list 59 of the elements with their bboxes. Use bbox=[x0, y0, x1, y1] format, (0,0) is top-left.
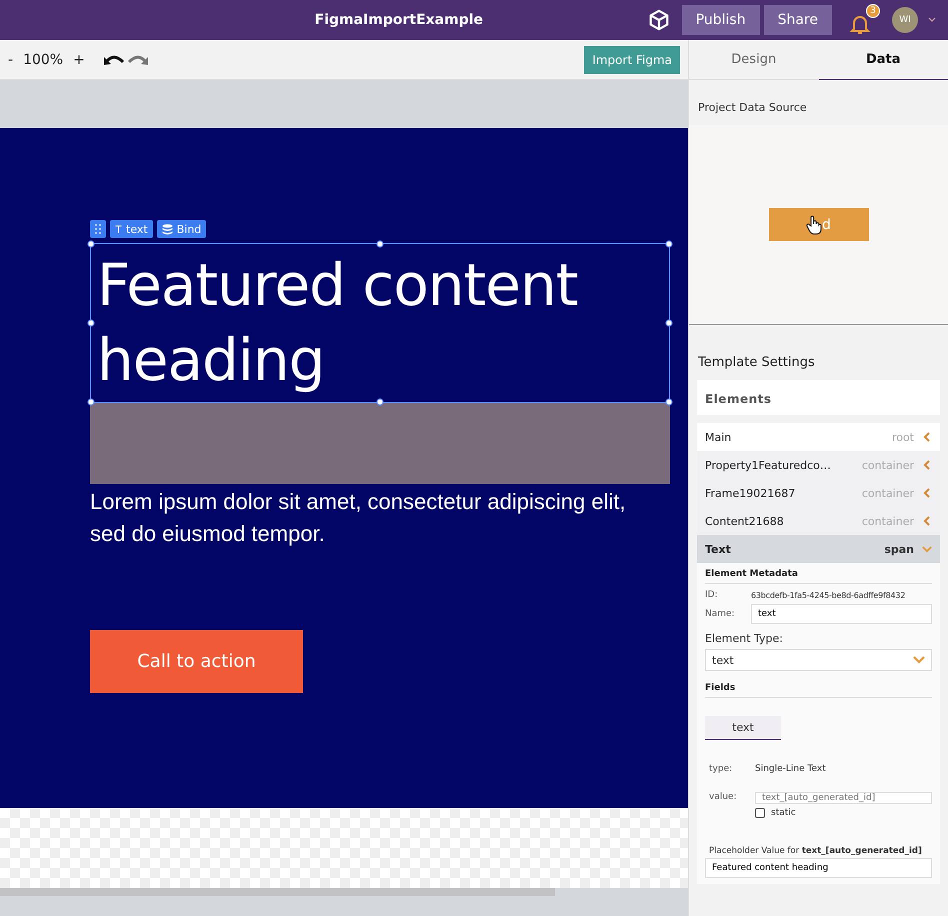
text-icon bbox=[115, 225, 122, 233]
static-label: static bbox=[771, 808, 796, 818]
placeholder-value-field[interactable]: Featured content heading bbox=[705, 858, 932, 878]
field-tab[interactable]: text bbox=[705, 716, 781, 740]
app-title: FigmaImportExample bbox=[314, 12, 484, 28]
fields-title: Fields bbox=[705, 683, 932, 698]
metadata-title: Element Metadata bbox=[705, 569, 932, 584]
element-row[interactable]: Main root bbox=[697, 423, 940, 451]
horizontal-scrollbar[interactable] bbox=[0, 888, 555, 896]
resize-handle[interactable] bbox=[666, 398, 672, 406]
drag-handle[interactable] bbox=[90, 220, 106, 238]
zoom-out-button[interactable]: - bbox=[8, 52, 14, 68]
value-label: value: bbox=[709, 792, 738, 802]
zoom-level: 100% bbox=[23, 52, 64, 68]
name-label: Name: bbox=[705, 609, 736, 619]
placeholder-label: Placeholder Value for text_[auto_generated_id] bbox=[708, 846, 923, 856]
resize-handle[interactable] bbox=[376, 240, 384, 248]
element-type-select[interactable]: text bbox=[705, 649, 932, 671]
id-label: ID: bbox=[705, 590, 719, 600]
static-checkbox[interactable] bbox=[755, 808, 765, 818]
resize-handle[interactable] bbox=[88, 398, 94, 406]
bind-button[interactable]: Bind bbox=[156, 220, 206, 238]
caret-icon[interactable] bbox=[928, 17, 936, 23]
resize-handle[interactable] bbox=[88, 240, 94, 248]
database-icon bbox=[162, 224, 173, 234]
chevron-left-icon bbox=[922, 488, 932, 498]
resize-handle[interactable] bbox=[376, 398, 384, 406]
panel-tab[interactable]: Data bbox=[818, 40, 948, 80]
text-type-button[interactable]: text bbox=[110, 220, 153, 238]
cube-icon[interactable] bbox=[648, 9, 670, 31]
element-id: 63bcdefb-1fa5-4245-be8d-6adffe9f8432 bbox=[751, 590, 906, 600]
resize-handle[interactable] bbox=[666, 320, 672, 326]
field-type: Single-Line Text bbox=[755, 764, 826, 774]
zoom-in-button[interactable]: + bbox=[73, 52, 85, 68]
template-settings-title: Template Settings bbox=[697, 354, 816, 372]
chevron-left-icon bbox=[922, 460, 932, 470]
chevron-down-icon bbox=[913, 656, 925, 664]
name-field[interactable]: text bbox=[751, 604, 932, 624]
grip-icon bbox=[95, 224, 101, 234]
type-label: type: bbox=[709, 764, 734, 774]
hand-cursor-icon bbox=[806, 214, 822, 234]
share-button[interactable]: Share bbox=[764, 5, 832, 35]
chevron-left-icon bbox=[922, 516, 932, 526]
value-field[interactable]: text_[auto_generated_id] bbox=[755, 792, 932, 804]
notification-count: 3 bbox=[866, 4, 880, 18]
element-row[interactable]: Text span bbox=[697, 535, 940, 563]
undo-icon[interactable] bbox=[102, 52, 125, 66]
panel-tab[interactable]: Design bbox=[689, 40, 818, 80]
elements-header: Elements bbox=[697, 380, 940, 415]
redo-icon[interactable] bbox=[126, 52, 149, 66]
publish-button[interactable]: Publish bbox=[682, 5, 760, 35]
element-type-label: Element Type: bbox=[705, 632, 784, 645]
body-text: Lorem ipsum dolor sit amet, consectetur adipiscing elit, sed do eiusmod tempor. bbox=[90, 488, 627, 548]
featured-heading: Featured content heading bbox=[97, 250, 578, 396]
section-title: Project Data Source bbox=[698, 101, 807, 114]
chevron-left-icon bbox=[922, 432, 932, 442]
resize-handle[interactable] bbox=[88, 320, 94, 326]
chevron-down-icon bbox=[922, 546, 932, 552]
resize-handle[interactable] bbox=[666, 240, 672, 248]
